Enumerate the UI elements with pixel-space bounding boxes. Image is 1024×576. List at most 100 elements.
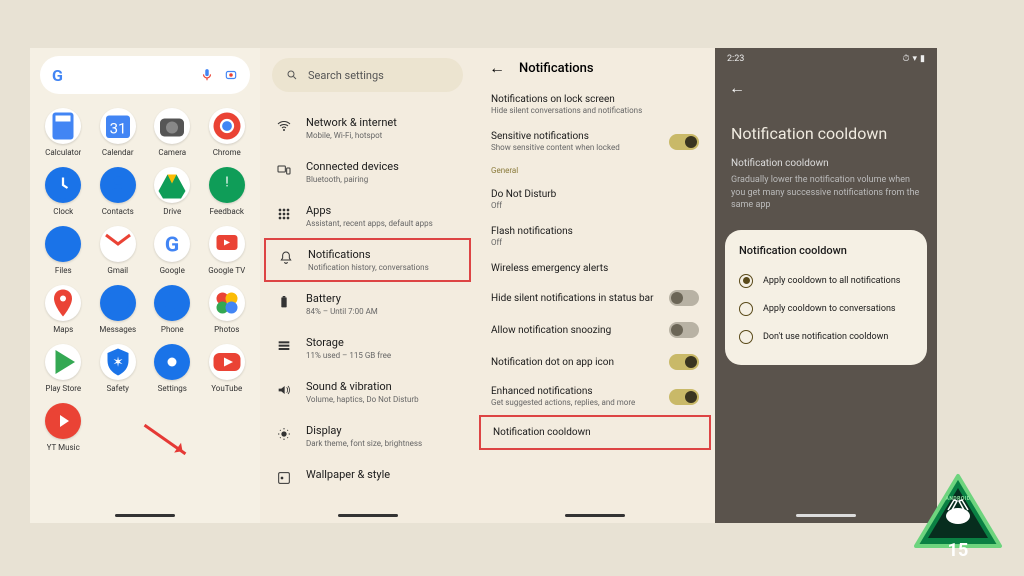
section-description: Gradually lower the notification volume … [731,174,921,212]
item-title: Notification dot on app icon [491,357,669,368]
notif-item-allow-notification-snoozing[interactable]: Allow notification snoozing [475,314,715,346]
item-subtitle: Show sensitive content when locked [491,143,669,152]
notif-item-sensitive-notifications[interactable]: Sensitive notificationsShow sensitive co… [475,123,715,160]
app-calculator[interactable]: Calculator [36,108,91,157]
radio-icon [739,302,753,316]
google-search-bar[interactable]: G [40,56,250,94]
app-yt-music[interactable]: YT Music [36,403,91,452]
item-title: Enhanced notifications [491,386,669,397]
cooldown-option-2[interactable]: Don't use notification cooldown [739,323,913,351]
app-google[interactable]: GGoogle [145,226,200,275]
gmail-icon [100,226,136,262]
notif-item-do-not-disturb[interactable]: Do Not DisturbOff [475,181,715,218]
notif-item-flash-notifications[interactable]: Flash notificationsOff [475,218,715,255]
svg-text:15: 15 [948,540,969,561]
settings-item-sound-vibration[interactable]: Sound & vibrationVolume, haptics, Do Not… [260,370,475,414]
youtube-icon [209,344,245,380]
app-play-store[interactable]: Play Store [36,344,91,393]
toggle[interactable] [669,290,699,306]
app-label: Drive [163,207,181,216]
cooldown-option-0[interactable]: Apply cooldown to all notifications [739,267,913,295]
app-youtube[interactable]: YouTube [200,344,255,393]
app-safety[interactable]: ✶Safety [91,344,146,393]
nav-bar[interactable] [115,514,175,517]
notif-item-notification-cooldown[interactable]: Notification cooldown [479,415,711,450]
notif-item-enhanced-notifications[interactable]: Enhanced notificationsGet suggested acti… [475,378,715,415]
app-chrome[interactable]: Chrome [200,108,255,157]
search-settings-input[interactable]: Search settings [272,58,463,92]
devices-icon [276,162,292,178]
item-title: Sound & vibration [306,380,459,393]
app-clock[interactable]: Clock [36,167,91,216]
item-subtitle: Off [491,201,699,210]
app-google-tv[interactable]: Google TV [200,226,255,275]
settings-item-wallpaper-style[interactable]: Wallpaper & style [260,458,475,496]
cal-icon: 31 [100,108,136,144]
option-label: Don't use notification cooldown [763,332,888,342]
item-title: Allow notification snoozing [491,325,669,336]
app-drive[interactable]: Drive [145,167,200,216]
item-subtitle: Bluetooth, pairing [306,175,459,184]
toggle[interactable] [669,354,699,370]
item-subtitle: Off [491,238,699,247]
cam-icon [154,108,190,144]
app-label: Contacts [102,207,134,216]
notif-item-notifications-on-lock-screen[interactable]: Notifications on lock screenHide silent … [475,86,715,123]
app-gmail[interactable]: Gmail [91,226,146,275]
gtv-icon [209,226,245,262]
item-title: Display [306,424,459,437]
settings-item-storage[interactable]: Storage11% used – 115 GB free [260,326,475,370]
app-label: Safety [107,384,129,393]
app-contacts[interactable]: Contacts [91,167,146,216]
lens-icon[interactable] [224,68,238,82]
app-camera[interactable]: Camera [145,108,200,157]
notif-item-wireless-emergency-alerts[interactable]: Wireless emergency alerts [475,255,715,282]
mic-icon[interactable] [200,68,214,82]
radio-icon [739,274,753,288]
app-feedback[interactable]: !Feedback [200,167,255,216]
app-files[interactable]: Files [36,226,91,275]
settings-item-apps[interactable]: AppsAssistant, recent apps, default apps [260,194,475,238]
maps-icon [45,285,81,321]
app-calendar[interactable]: 31Calendar [91,108,146,157]
toggle[interactable] [669,322,699,338]
app-label: Camera [158,148,186,157]
settings-item-battery[interactable]: Battery84% – Until 7:00 AM [260,282,475,326]
settings-item-network-internet[interactable]: Network & internetMobile, Wi-Fi, hotspot [260,106,475,150]
cooldown-option-1[interactable]: Apply cooldown to conversations [739,295,913,323]
app-settings[interactable]: Settings [145,344,200,393]
app-label: Play Store [45,384,81,393]
settings-item-notifications[interactable]: NotificationsNotification history, conve… [264,238,471,282]
app-maps[interactable]: Maps [36,285,91,334]
app-photos[interactable]: Photos [200,285,255,334]
app-messages[interactable]: Messages [91,285,146,334]
app-phone[interactable]: Phone [145,285,200,334]
google-logo: G [52,66,63,85]
back-icon[interactable]: ← [489,58,505,78]
app-label: YT Music [47,443,80,452]
svg-text:G: G [165,234,179,258]
nav-bar[interactable] [796,514,856,517]
notif-item-hide-silent-notifications-in[interactable]: Hide silent notifications in status bar [475,282,715,314]
notif-item-notification-dot-on-app-icon[interactable]: Notification dot on app icon [475,346,715,378]
toggle[interactable] [669,134,699,150]
nav-bar[interactable] [565,514,625,517]
item-title: Network & internet [306,116,459,129]
item-title: Notification cooldown [493,427,697,438]
radio-icon [739,330,753,344]
cooldown-options-card: Notification cooldown Apply cooldown to … [725,230,927,365]
item-title: Wireless emergency alerts [491,263,699,274]
item-title: Notifications on lock screen [491,94,699,105]
section-label: General [475,160,715,181]
ytmusic-icon [45,403,81,439]
feedback-icon: ! [209,167,245,203]
item-title: Storage [306,336,459,349]
toggle[interactable] [669,389,699,405]
photos-icon [209,285,245,321]
nav-bar[interactable] [338,514,398,517]
display-icon [276,426,292,442]
settings-item-display[interactable]: DisplayDark theme, font size, brightness [260,414,475,458]
wallpaper-icon [276,470,292,486]
back-icon[interactable]: ← [715,70,937,106]
settings-item-connected-devices[interactable]: Connected devicesBluetooth, pairing [260,150,475,194]
